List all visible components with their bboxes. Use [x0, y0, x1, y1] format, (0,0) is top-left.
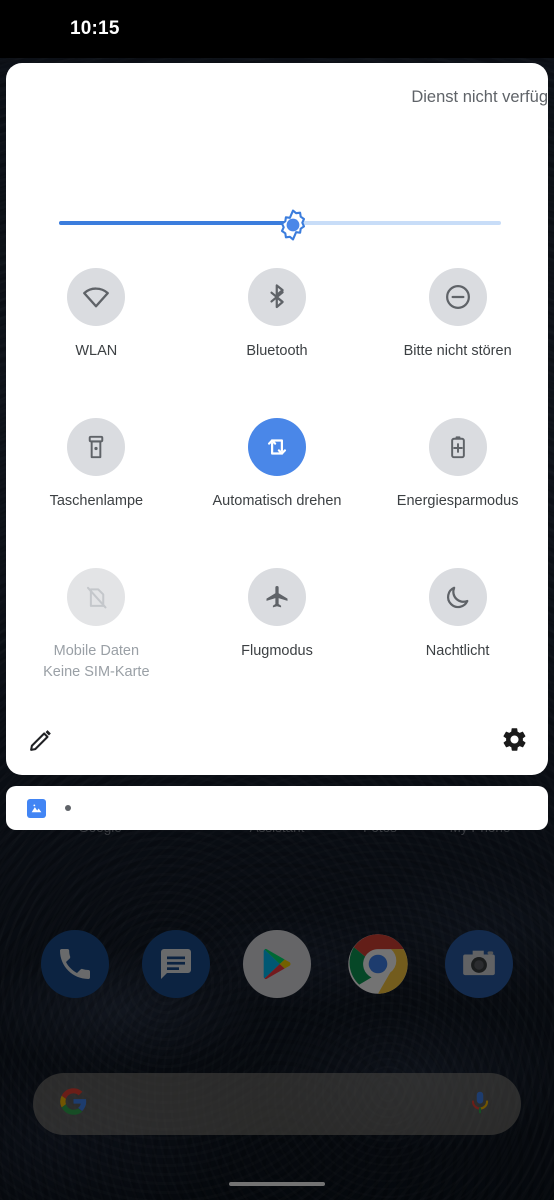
qs-tile-mobile-data[interactable]: Mobile Daten Keine SIM-Karte	[6, 568, 187, 683]
tile-icon-container	[67, 418, 126, 476]
qs-tile-battery-saver[interactable]: Energiesparmodus	[367, 418, 548, 511]
notification-shade-row[interactable]	[6, 786, 548, 830]
qs-tile-do-not-disturb[interactable]: Bitte nicht stören	[367, 268, 548, 361]
airplane-icon	[266, 586, 288, 608]
battery-saver-icon	[450, 436, 465, 459]
pencil-edit-icon	[30, 730, 51, 751]
tile-label: WLAN	[75, 343, 118, 359]
do-not-disturb-icon	[445, 285, 470, 309]
tile-sublabel: Keine SIM-Karte	[43, 664, 150, 680]
tile-icon-container	[428, 268, 487, 326]
sim-card-off-icon	[86, 586, 107, 608]
qs-tile-night-light[interactable]: Nachtlicht	[367, 568, 548, 683]
status-bar-clock: 10:15	[70, 18, 120, 39]
wifi-icon	[83, 287, 110, 308]
bluetooth-icon	[270, 284, 284, 309]
quick-settings-tiles: WLAN Bluetooth Bitte nicht stören Tasche…	[6, 268, 548, 683]
flashlight-icon	[89, 435, 104, 459]
quick-settings-panel: Dienst nicht verfüg WLAN Bluetooth Bitte…	[6, 63, 548, 775]
tile-icon-container	[428, 418, 487, 476]
brightness-sun-icon[interactable]	[276, 208, 310, 242]
tile-label: Mobile Daten	[53, 643, 140, 659]
auto-rotate-icon	[267, 439, 287, 455]
tile-icon-container	[247, 268, 306, 326]
tile-label: Bluetooth	[246, 343, 308, 359]
open-settings-button[interactable]	[501, 726, 528, 758]
qs-tile-auto-rotate[interactable]: Automatisch drehen	[187, 418, 368, 511]
qs-tile-bluetooth[interactable]: Bluetooth	[187, 268, 368, 361]
status-bar: 10:15	[0, 0, 554, 58]
slider-track-active	[59, 221, 292, 225]
gear-settings-icon	[503, 728, 526, 751]
qs-tile-wlan[interactable]: WLAN	[6, 268, 187, 361]
qs-tile-flashlight[interactable]: Taschenlampe	[6, 418, 187, 511]
tile-icon-container	[67, 268, 126, 326]
edit-tiles-button[interactable]	[28, 727, 54, 758]
brightness-slider[interactable]	[53, 208, 507, 241]
tile-icon-container	[428, 568, 487, 626]
tile-label: Nachtlicht	[425, 643, 490, 659]
qs-tile-airplane-mode[interactable]: Flugmodus	[187, 568, 368, 683]
moon-icon	[446, 586, 469, 609]
tile-label: Automatisch drehen	[212, 493, 342, 509]
tile-icon-container	[247, 418, 306, 476]
tile-icon-container	[247, 568, 306, 626]
notification-dot	[65, 805, 71, 811]
tile-label: Flugmodus	[241, 643, 313, 659]
quick-settings-footer	[6, 713, 548, 775]
tile-label: Bitte nicht stören	[403, 343, 512, 359]
service-status-text: Dienst nicht verfüg	[411, 88, 548, 106]
tile-icon-container	[67, 568, 126, 626]
tile-label: Energiesparmodus	[396, 493, 519, 509]
tile-label: Taschenlampe	[49, 493, 144, 509]
photos-image-icon[interactable]	[27, 798, 46, 818]
